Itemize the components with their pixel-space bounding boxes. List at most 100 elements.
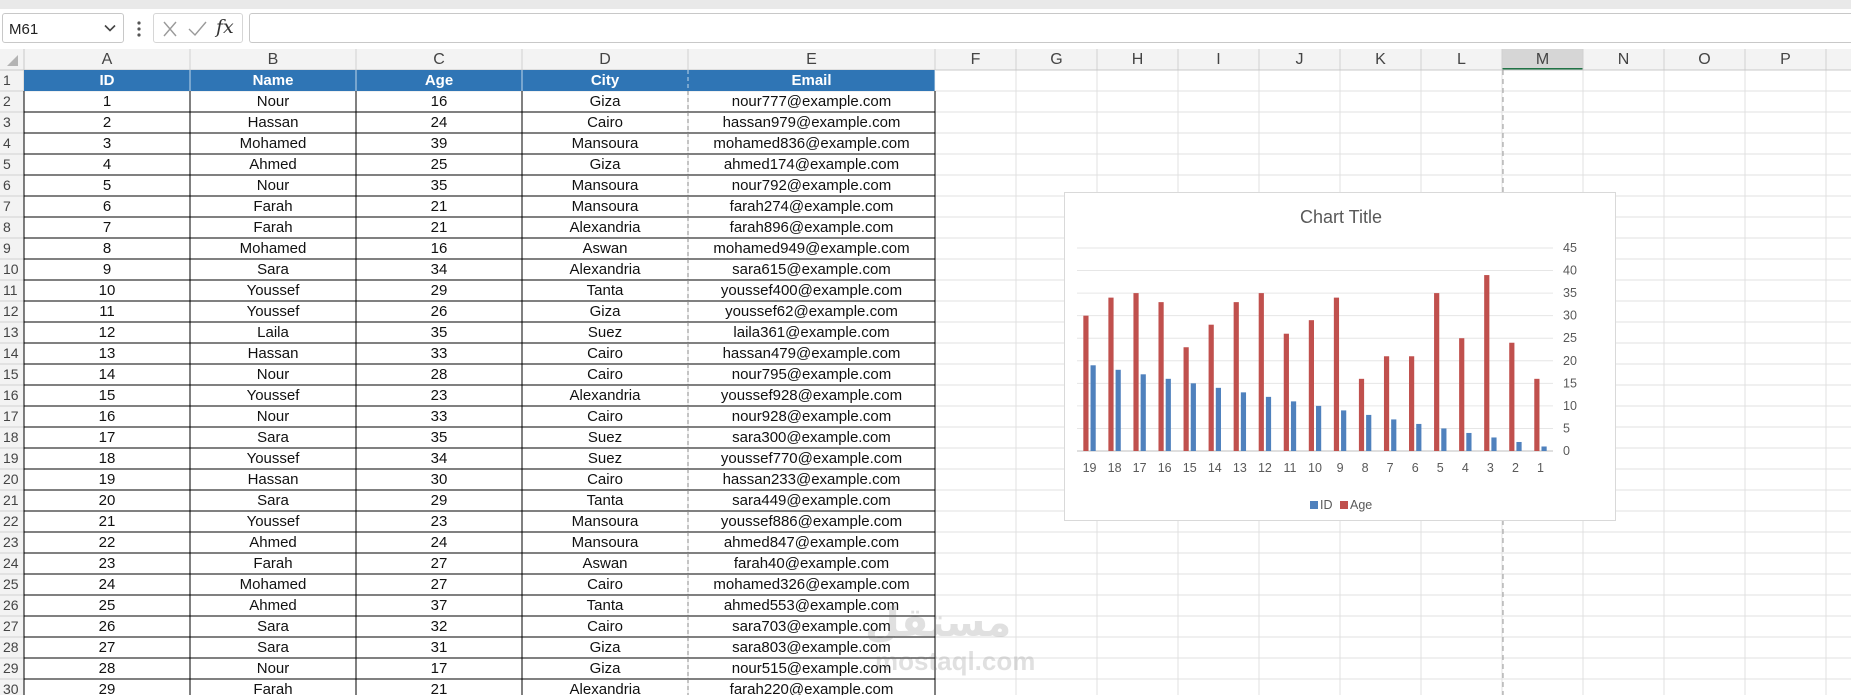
column-header-j[interactable]: J: [1296, 51, 1304, 68]
table-cell[interactable]: hassan479@example.com: [723, 345, 901, 362]
bar-id[interactable]: [1316, 405, 1322, 451]
bar-id[interactable]: [1090, 365, 1096, 451]
table-cell[interactable]: youssef886@example.com: [721, 513, 902, 530]
table-cell[interactable]: 7: [103, 219, 111, 236]
table-cell[interactable]: 3: [103, 135, 111, 152]
table-cell[interactable]: Cairo: [587, 471, 623, 488]
chart-title[interactable]: Chart Title: [1300, 207, 1382, 227]
table-cell[interactable]: Alexandria: [570, 387, 642, 404]
legend-label-id[interactable]: ID: [1320, 498, 1333, 512]
table-cell[interactable]: 29: [431, 282, 448, 299]
bar-age[interactable]: [1308, 320, 1314, 451]
bar-age[interactable]: [1283, 333, 1289, 451]
table-cell[interactable]: 16: [431, 240, 448, 257]
row-number[interactable]: 5: [3, 156, 11, 172]
bar-id[interactable]: [1391, 419, 1397, 451]
table-cell[interactable]: Mansoura: [572, 534, 639, 551]
row-number[interactable]: 26: [3, 597, 19, 613]
bar-age[interactable]: [1434, 293, 1440, 451]
table-cell[interactable]: Youssef: [247, 303, 301, 320]
bar-age[interactable]: [1233, 302, 1239, 451]
cancel-icon[interactable]: [159, 19, 181, 39]
table-cell[interactable]: farah896@example.com: [730, 219, 894, 236]
table-cell[interactable]: ahmed174@example.com: [724, 156, 899, 173]
table-cell[interactable]: Mansoura: [572, 135, 639, 152]
column-header-a[interactable]: A: [102, 51, 113, 68]
table-cell[interactable]: Tanta: [587, 282, 624, 299]
table-cell[interactable]: farah40@example.com: [734, 555, 889, 572]
table-cell[interactable]: 21: [431, 681, 448, 695]
bar-age[interactable]: [1534, 378, 1540, 451]
table-cell[interactable]: 24: [99, 576, 116, 593]
table-cell[interactable]: 29: [431, 492, 448, 509]
table-cell[interactable]: Farah: [253, 219, 292, 236]
table-cell[interactable]: Nour: [257, 660, 290, 677]
column-header-c[interactable]: C: [433, 51, 445, 68]
table-header-age[interactable]: Age: [425, 72, 453, 89]
table-cell[interactable]: 17: [431, 660, 448, 677]
table-cell[interactable]: sara615@example.com: [732, 261, 891, 278]
table-cell[interactable]: 26: [99, 618, 116, 635]
table-cell[interactable]: Aswan: [582, 555, 627, 572]
table-cell[interactable]: sara449@example.com: [732, 492, 891, 509]
table-cell[interactable]: Cairo: [587, 114, 623, 131]
table-cell[interactable]: Giza: [590, 660, 622, 677]
bar-age[interactable]: [1158, 302, 1164, 451]
bar-age[interactable]: [1509, 342, 1515, 451]
table-cell[interactable]: Suez: [588, 324, 622, 341]
table-cell[interactable]: 16: [431, 93, 448, 110]
table-cell[interactable]: 1: [103, 93, 111, 110]
bar-age[interactable]: [1484, 275, 1490, 451]
column-header-h[interactable]: H: [1132, 51, 1144, 68]
table-cell[interactable]: Youssef: [247, 513, 301, 530]
table-cell[interactable]: Giza: [590, 303, 622, 320]
column-header-k[interactable]: K: [1375, 51, 1386, 68]
table-cell[interactable]: 25: [99, 597, 116, 614]
row-number[interactable]: 11: [3, 282, 18, 298]
table-cell[interactable]: Sara: [257, 639, 289, 656]
bar-id[interactable]: [1215, 387, 1221, 451]
table-cell[interactable]: 9: [103, 261, 111, 278]
bar-id[interactable]: [1140, 374, 1146, 451]
table-cell[interactable]: Hassan: [248, 471, 299, 488]
row-number[interactable]: 18: [3, 429, 19, 445]
table-cell[interactable]: Farah: [253, 198, 292, 215]
table-cell[interactable]: Youssef: [247, 282, 301, 299]
table-cell[interactable]: 34: [431, 261, 448, 278]
table-cell[interactable]: 35: [431, 177, 448, 194]
table-cell[interactable]: 13: [99, 345, 116, 362]
table-header-id[interactable]: ID: [100, 72, 115, 89]
table-cell[interactable]: Ahmed: [249, 597, 297, 614]
bar-age[interactable]: [1409, 356, 1415, 451]
table-cell[interactable]: 12: [99, 324, 116, 341]
table-cell[interactable]: 14: [99, 366, 116, 383]
column-header-g[interactable]: G: [1050, 51, 1062, 68]
table-header-name[interactable]: Name: [253, 72, 294, 89]
table-cell[interactable]: 28: [431, 366, 448, 383]
bar-id[interactable]: [1240, 392, 1247, 451]
table-cell[interactable]: Giza: [590, 639, 622, 656]
table-cell[interactable]: Farah: [253, 555, 292, 572]
table-cell[interactable]: Laila: [257, 324, 289, 341]
row-number[interactable]: 19: [3, 450, 19, 466]
table-cell[interactable]: 16: [99, 408, 116, 425]
bar-age[interactable]: [1133, 293, 1139, 451]
table-cell[interactable]: mohamed326@example.com: [713, 576, 909, 593]
table-cell[interactable]: youssef400@example.com: [721, 282, 902, 299]
row-number[interactable]: 7: [3, 198, 11, 214]
table-cell[interactable]: Farah: [253, 681, 292, 695]
bar-age[interactable]: [1333, 297, 1340, 451]
table-cell[interactable]: hassan233@example.com: [723, 471, 901, 488]
more-options-icon[interactable]: [134, 19, 144, 39]
table-cell[interactable]: farah220@example.com: [730, 681, 894, 695]
column-header-f[interactable]: F: [971, 51, 981, 68]
bar-id[interactable]: [1541, 446, 1547, 451]
table-cell[interactable]: Mansoura: [572, 198, 639, 215]
bar-id[interactable]: [1115, 369, 1121, 451]
row-number[interactable]: 21: [3, 492, 19, 508]
bar-id[interactable]: [1190, 383, 1196, 451]
table-cell[interactable]: 33: [431, 408, 448, 425]
bar-age[interactable]: [1083, 315, 1089, 451]
table-cell[interactable]: 24: [431, 534, 448, 551]
table-cell[interactable]: sara703@example.com: [732, 618, 891, 635]
